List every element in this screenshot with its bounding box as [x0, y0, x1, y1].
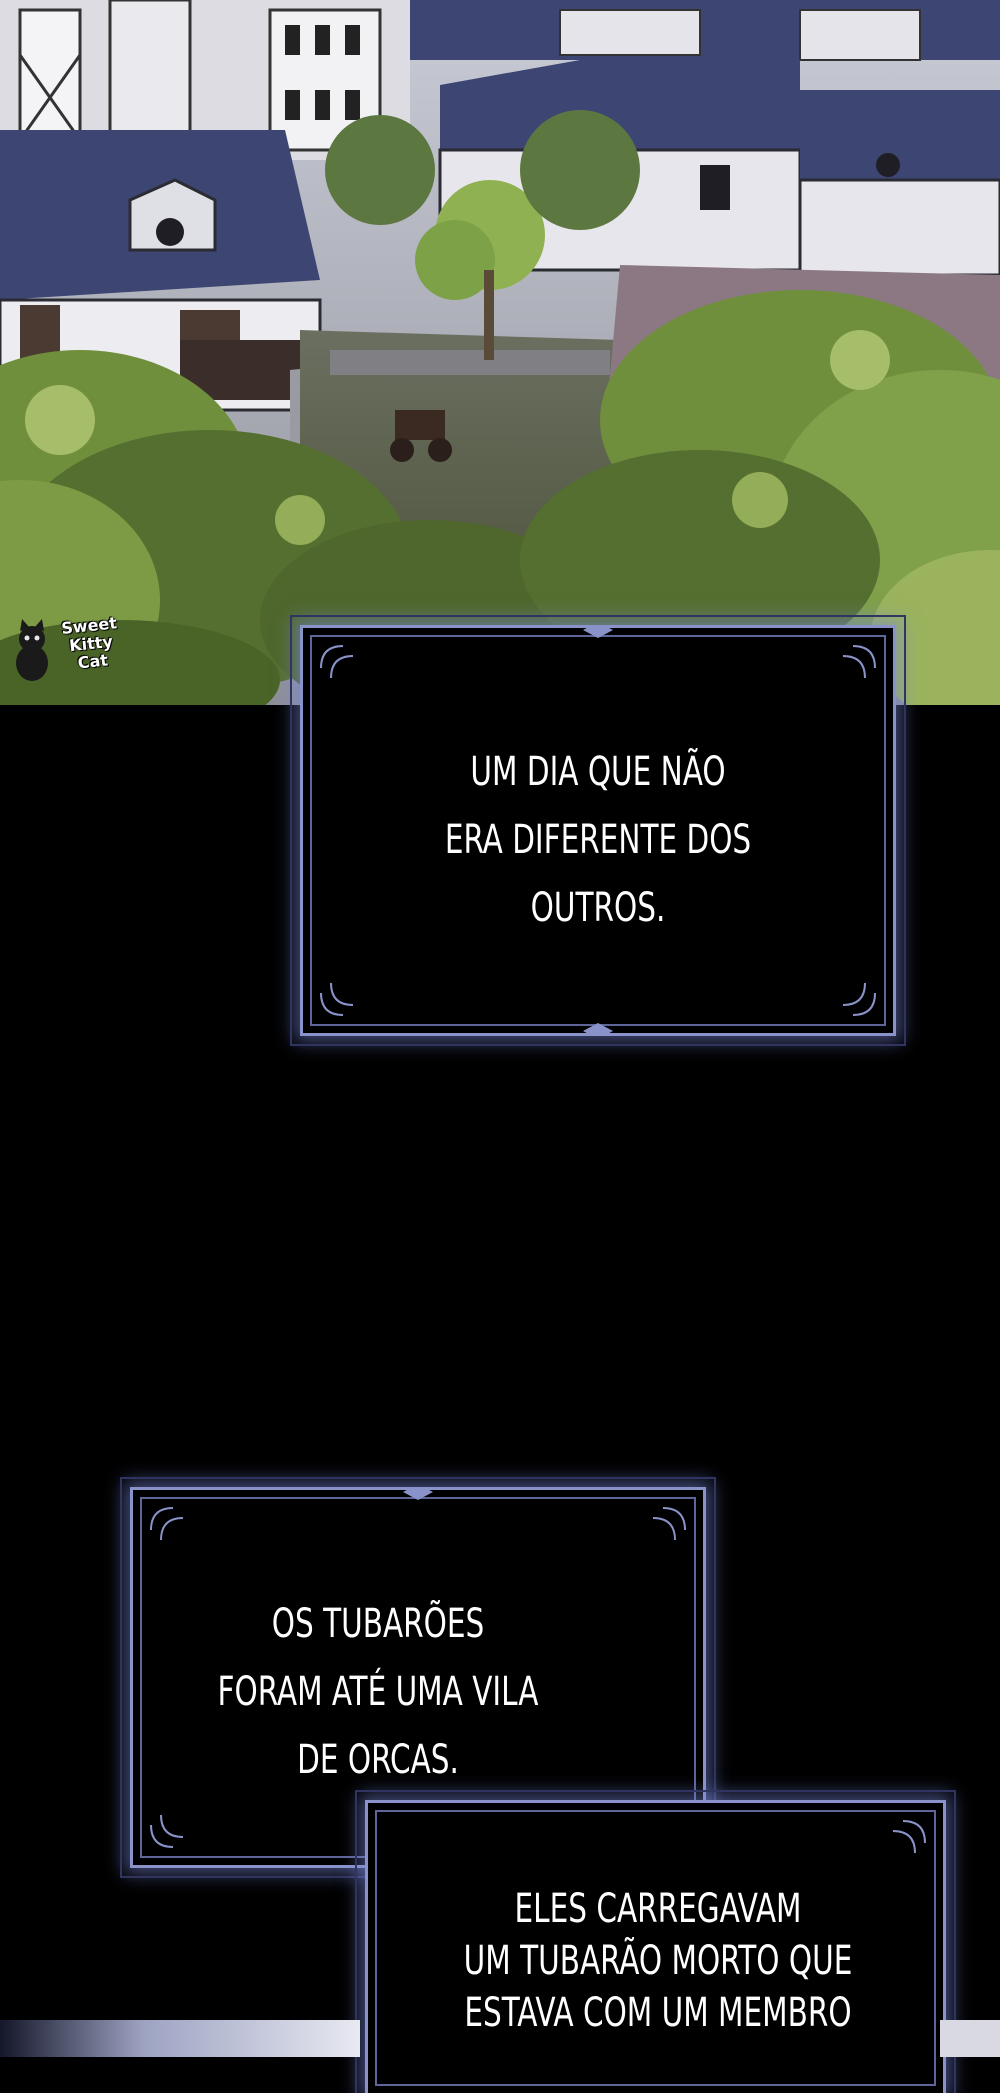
caption-line: OS TUBARÕES: [271, 1601, 485, 1647]
caption-text-1: UM DIA QUE NÃO ERA DIFERENTE DOS OUTROS.: [332, 738, 865, 942]
next-panel-edge-right: [940, 2020, 1000, 2057]
caption-line: UM TUBARÃO MORTO QUE: [463, 1938, 853, 1984]
watermark-brand: Sweet Kitty Cat: [60, 613, 118, 673]
caption-line: UM DIA QUE NÃO: [470, 749, 726, 795]
next-panel-edge-left: [0, 2020, 360, 2057]
caption-line: ESTAVA COM UM MEMBRO: [464, 1990, 852, 2036]
caption-line: DE ORCAS.: [297, 1737, 459, 1783]
cat-icon: [16, 619, 48, 681]
caption-text-3: ELES CARREGAVAM UM TUBARÃO MORTO QUE EST…: [396, 1883, 921, 2039]
caption-line: OUTROS.: [530, 885, 666, 931]
caption-line: ERA DIFERENTE DOS: [444, 817, 752, 863]
village-scene-art: [0, 0, 1000, 705]
watermark-logo: Sweet Kitty Cat: [10, 613, 120, 685]
caption-line: ELES CARREGAVAM: [514, 1886, 802, 1932]
caption-box-1: UM DIA QUE NÃO ERA DIFERENTE DOS OUTROS.: [290, 615, 906, 1046]
caption-line: FORAM ATÉ UMA VILA: [217, 1669, 539, 1715]
caption-box-3: ELES CARREGAVAM UM TUBARÃO MORTO QUE EST…: [355, 1790, 956, 2093]
village-illustration: [0, 0, 1000, 705]
caption-text-2: OS TUBARÕES FORAM ATÉ UMA VILA DE ORCAS.: [161, 1590, 596, 1794]
